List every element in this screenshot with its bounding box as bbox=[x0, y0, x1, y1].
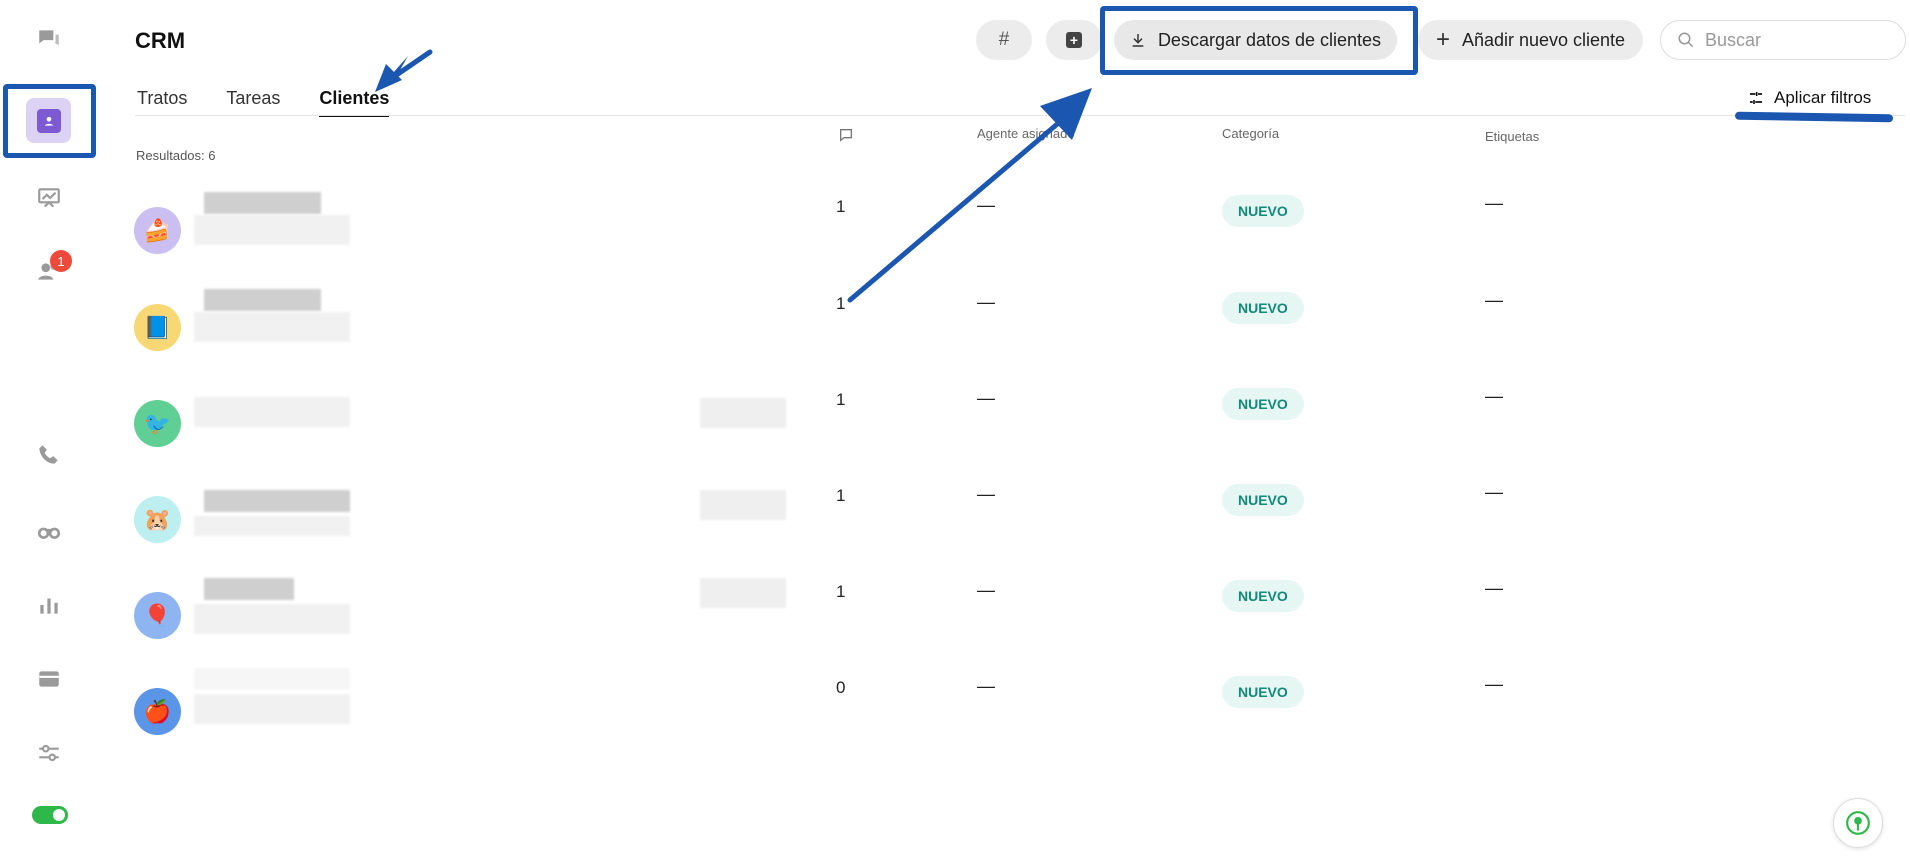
plus-icon: + bbox=[1435, 26, 1450, 53]
download-clients-button[interactable]: Descargar datos de clientes bbox=[1114, 20, 1397, 60]
hash-icon: # bbox=[998, 29, 1010, 50]
redacted-detail bbox=[194, 312, 350, 342]
column-category[interactable]: Categoría bbox=[1222, 126, 1279, 141]
search-input[interactable] bbox=[1705, 29, 1885, 51]
column-tags[interactable]: Etiquetas bbox=[1485, 129, 1539, 144]
avatar: 🎈 bbox=[134, 592, 181, 639]
redacted-detail bbox=[194, 516, 350, 536]
filter-sliders-icon bbox=[1750, 92, 1762, 104]
tags-cell: — bbox=[1485, 482, 1503, 502]
category-badge: NUEVO bbox=[1222, 580, 1304, 612]
assigned-agent: — bbox=[977, 292, 995, 312]
redacted-detail bbox=[194, 604, 350, 634]
assigned-agent: — bbox=[977, 195, 995, 215]
apply-filters-button[interactable]: Aplicar filtros bbox=[1748, 88, 1871, 108]
arrow-to-clients-tab bbox=[375, 49, 433, 92]
table-row[interactable]: 🎈 1 — NUEVO — bbox=[0, 578, 1910, 672]
download-icon bbox=[1132, 34, 1144, 47]
category-badge: NUEVO bbox=[1222, 195, 1304, 227]
help-pin-icon bbox=[1846, 811, 1870, 835]
add-client-button[interactable]: + Añadir nuevo cliente bbox=[1418, 20, 1643, 60]
message-count: 1 bbox=[836, 294, 846, 313]
table-row[interactable]: 🍎 0 — NUEVO — bbox=[0, 668, 1910, 768]
category-badge: NUEVO bbox=[1222, 292, 1304, 324]
contact-card-icon bbox=[36, 108, 61, 133]
tags-cell: — bbox=[1485, 290, 1503, 310]
category-badge: NUEVO bbox=[1222, 388, 1304, 420]
category-badge: NUEVO bbox=[1222, 484, 1304, 516]
tags-cell: — bbox=[1485, 193, 1503, 213]
redacted-name bbox=[204, 578, 294, 600]
page-title: CRM bbox=[135, 28, 186, 53]
search-box[interactable] bbox=[1660, 20, 1906, 60]
redacted-detail bbox=[700, 398, 786, 428]
assigned-agent: — bbox=[977, 484, 995, 504]
tags-cell: — bbox=[1485, 578, 1503, 598]
redacted-detail bbox=[194, 694, 350, 724]
message-count: 1 bbox=[836, 486, 846, 505]
redacted-extra bbox=[700, 578, 786, 608]
redacted-name bbox=[204, 289, 321, 311]
tab-deals[interactable]: Tratos bbox=[137, 88, 187, 117]
tab-divider bbox=[135, 115, 1905, 116]
table-row[interactable]: 📘 1 — NUEVO — bbox=[0, 289, 1910, 384]
tab-clients[interactable]: Clientes bbox=[319, 88, 390, 117]
avatar: 🍰 bbox=[134, 207, 181, 254]
table-row[interactable]: 🐦 1 — NUEVO — bbox=[0, 386, 1910, 480]
message-count: 1 bbox=[836, 582, 846, 601]
redacted-detail bbox=[194, 215, 350, 245]
download-clients-label: Descargar datos de clientes bbox=[1157, 29, 1382, 50]
chat-icon[interactable] bbox=[24, 14, 74, 64]
tab-bar: Tratos Tareas Clientes bbox=[137, 88, 390, 117]
message-count: 1 bbox=[836, 390, 846, 409]
sidebar-item-crm[interactable] bbox=[26, 98, 71, 143]
redacted-name bbox=[194, 397, 350, 427]
redacted-name bbox=[204, 192, 321, 214]
tab-tasks[interactable]: Tareas bbox=[226, 88, 280, 117]
assigned-agent: — bbox=[977, 676, 995, 696]
tags-cell: — bbox=[1485, 674, 1503, 694]
results-count: Resultados: 6 bbox=[136, 148, 216, 163]
message-count: 0 bbox=[836, 678, 846, 697]
hash-button[interactable]: # bbox=[976, 20, 1032, 60]
search-icon bbox=[1678, 32, 1694, 48]
redacted-extra bbox=[700, 490, 786, 520]
table-row[interactable]: 🍰 1 — NUEVO — bbox=[0, 192, 1910, 287]
category-badge: NUEVO bbox=[1222, 676, 1304, 708]
redacted-name bbox=[194, 668, 350, 690]
assigned-agent: — bbox=[977, 388, 995, 408]
add-client-label: Añadir nuevo cliente bbox=[1461, 29, 1626, 50]
column-agent[interactable]: Agente asignado bbox=[977, 126, 1075, 141]
messages-column-icon bbox=[838, 127, 854, 146]
avatar: 🐹 bbox=[134, 496, 181, 543]
redacted-name bbox=[204, 490, 350, 512]
table-row[interactable]: 🐹 1 — NUEVO — bbox=[0, 482, 1910, 576]
avatar: 📘 bbox=[134, 304, 181, 351]
help-button[interactable] bbox=[1833, 798, 1883, 848]
message-count: 1 bbox=[836, 197, 846, 216]
assigned-agent: — bbox=[977, 580, 995, 600]
filters-annotation-underline bbox=[1734, 111, 1894, 123]
status-toggle[interactable] bbox=[32, 806, 68, 824]
avatar: 🍎 bbox=[134, 688, 181, 735]
add-square-button[interactable]: + bbox=[1046, 20, 1102, 60]
avatar: 🐦 bbox=[134, 400, 181, 447]
tags-cell: — bbox=[1485, 386, 1503, 406]
apply-filters-label: Aplicar filtros bbox=[1774, 88, 1872, 107]
plus-square-icon: + bbox=[1066, 32, 1082, 48]
